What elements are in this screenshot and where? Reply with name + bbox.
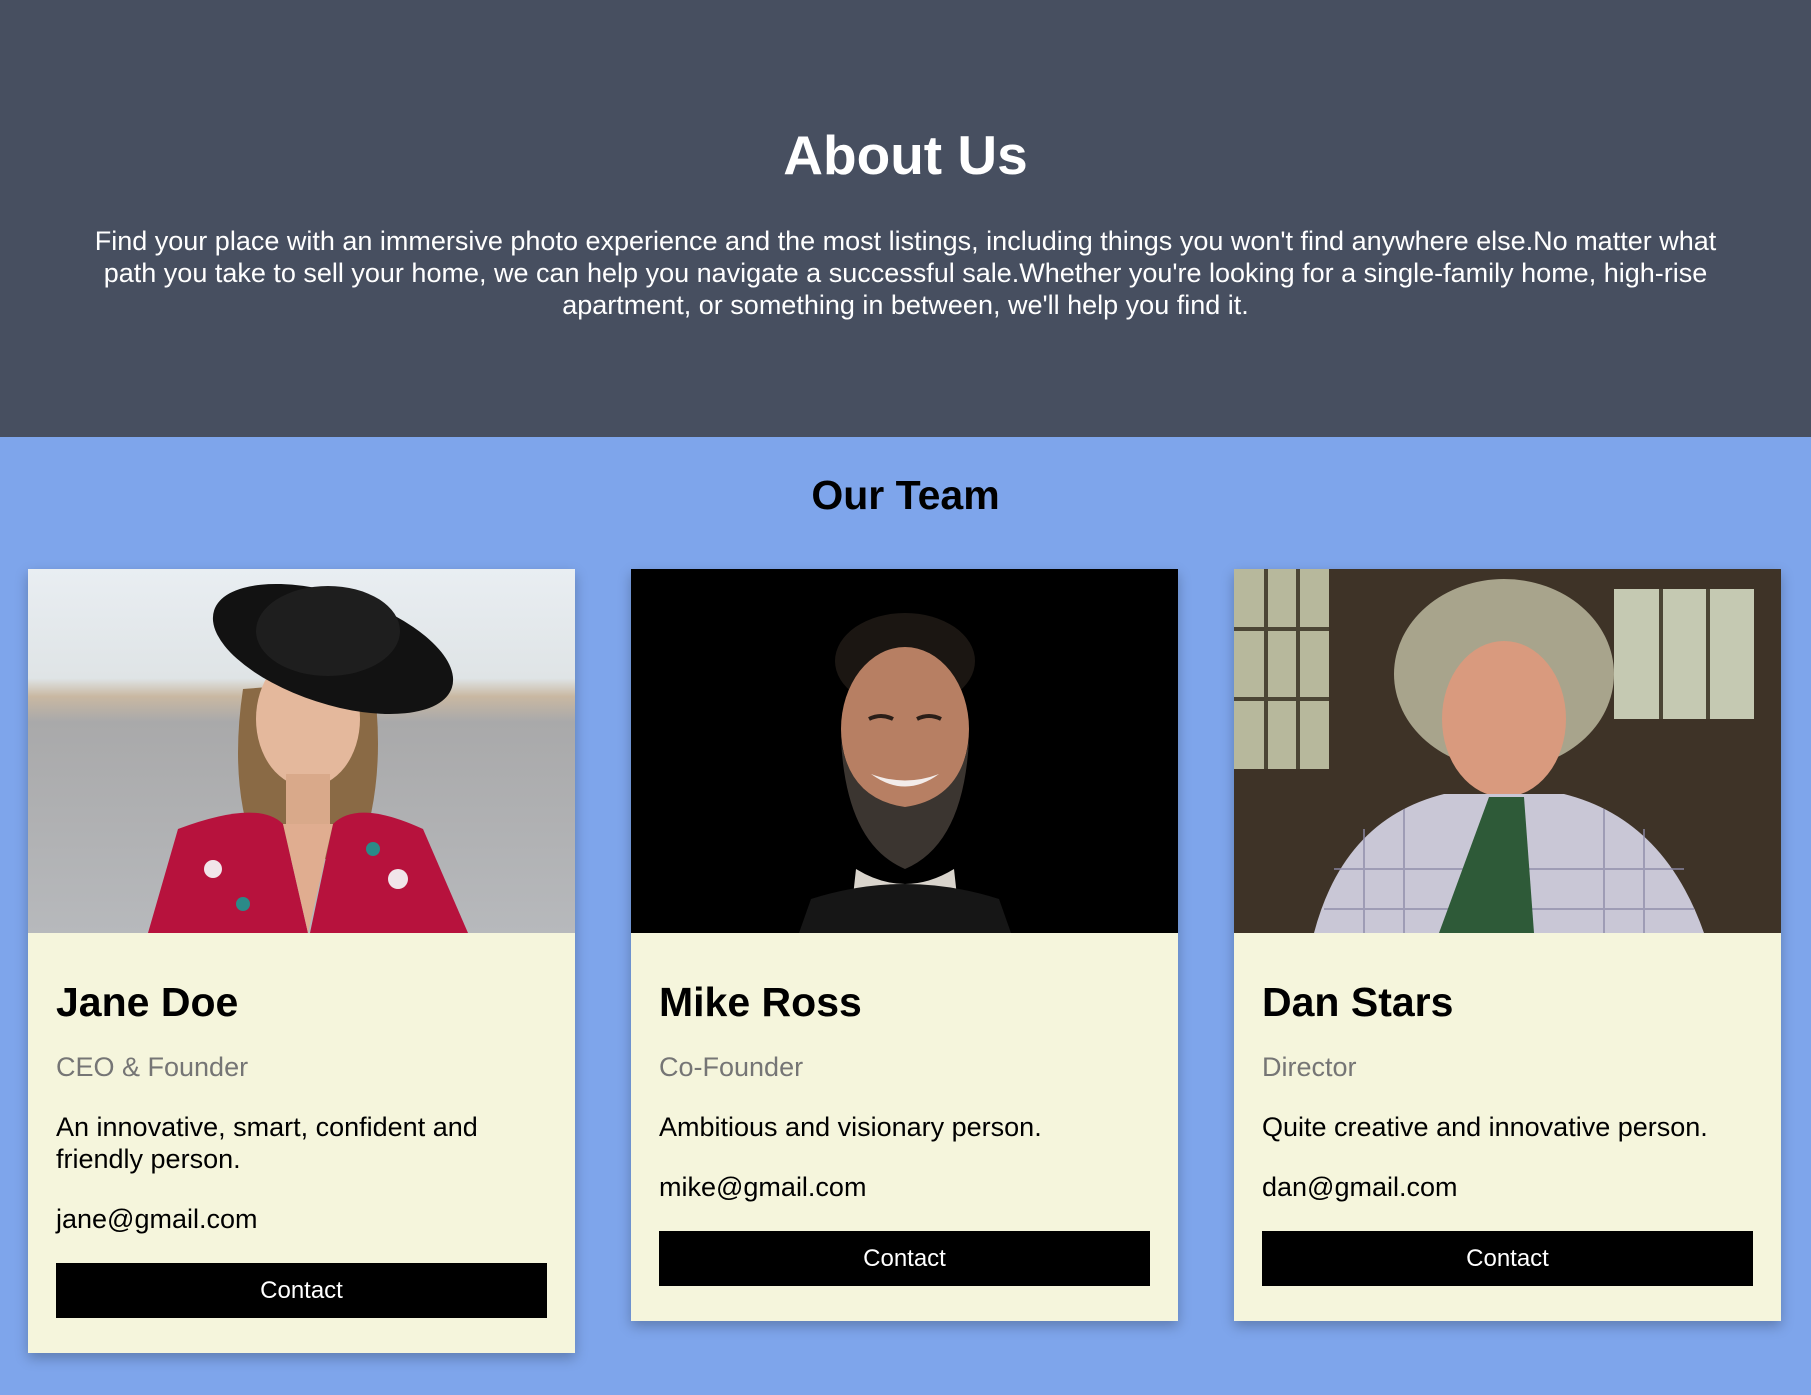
member-role: Director <box>1262 1052 1357 1082</box>
about-text: Find your place with an immersive photo … <box>94 226 1717 320</box>
member-role: Co-Founder <box>659 1052 804 1082</box>
member-description: Quite creative and innovative person. <box>1262 1112 1708 1142</box>
team-card-jane: Jane Doe CEO & Founder An innovative, sm… <box>28 569 575 1353</box>
team-card-dan: Dan Stars Director Quite creative and in… <box>1234 569 1781 1321</box>
member-photo <box>631 569 1178 933</box>
member-email: mike@gmail.com <box>659 1172 867 1202</box>
member-email: jane@gmail.com <box>56 1204 258 1234</box>
member-email: dan@gmail.com <box>1262 1172 1458 1202</box>
team-card-mike: Mike Ross Co-Founder Ambitious and visio… <box>631 569 1178 1321</box>
team-title: Our Team <box>811 472 1000 518</box>
member-role: CEO & Founder <box>56 1052 249 1082</box>
contact-button[interactable]: Contact <box>659 1231 1150 1286</box>
member-description: Ambitious and visionary person. <box>659 1112 1042 1142</box>
member-description: An innovative, smart, confident and frie… <box>56 1112 478 1174</box>
member-name: Dan Stars <box>1262 979 1454 1025</box>
member-photo <box>28 569 575 933</box>
member-photo <box>1234 569 1781 933</box>
about-title: About Us <box>783 124 1028 186</box>
contact-button[interactable]: Contact <box>56 1263 547 1318</box>
contact-button[interactable]: Contact <box>1262 1231 1753 1286</box>
member-name: Mike Ross <box>659 979 862 1025</box>
about-section: About Us Find your place with an immersi… <box>0 0 1811 437</box>
member-name: Jane Doe <box>56 979 239 1025</box>
